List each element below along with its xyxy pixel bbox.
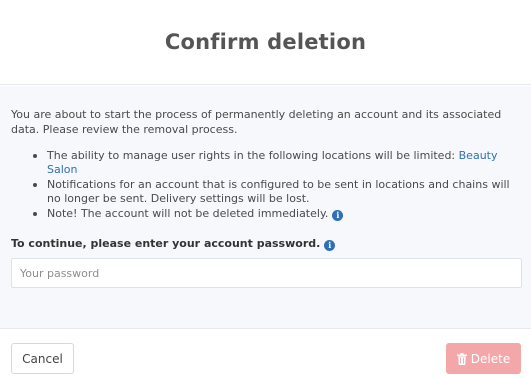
intro-text: You are about to start the process of pe… [11, 108, 502, 136]
delete-button[interactable]: Delete [446, 343, 521, 374]
list-item: Note! The account will not be deleted im… [31, 207, 523, 221]
dialog-header: Confirm deletion [0, 0, 531, 85]
cancel-button[interactable]: Cancel [11, 343, 74, 374]
list-item-text: Note! The account will not be deleted im… [47, 207, 329, 220]
list-item-text: Notifications for an account that is con… [47, 178, 510, 205]
info-icon[interactable]: i [324, 240, 336, 251]
delete-button-label: Delete [470, 351, 511, 366]
info-icon[interactable]: i [332, 210, 344, 221]
password-input[interactable] [11, 258, 522, 288]
list-item: The ability to manage user rights in the… [31, 149, 523, 177]
dialog-body: You are about to start the process of pe… [0, 86, 531, 329]
password-label: To continue, please enter your account p… [11, 237, 336, 251]
password-label-text: To continue, please enter your account p… [11, 237, 321, 250]
dialog-footer: Cancel Delete [0, 330, 531, 380]
list-item-text: The ability to manage user rights in the… [47, 149, 459, 162]
list-item: Notifications for an account that is con… [31, 178, 523, 206]
dialog-title: Confirm deletion [164, 30, 367, 54]
removal-list: The ability to manage user rights in the… [31, 149, 523, 222]
trash-icon [456, 352, 467, 365]
